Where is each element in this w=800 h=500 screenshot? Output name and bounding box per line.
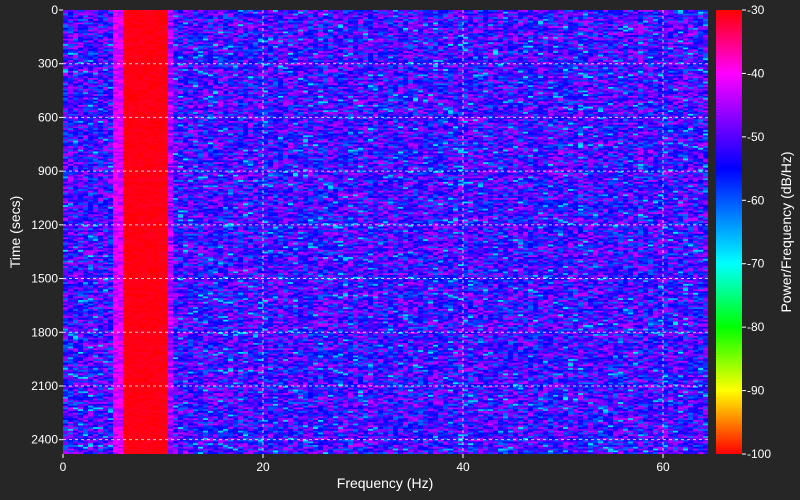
spectrogram-chart: 030060090012001500180021002400 0 20 40 60 T… [7,3,794,491]
heatmap-area [63,10,708,454]
heatmap-cells [63,10,708,454]
